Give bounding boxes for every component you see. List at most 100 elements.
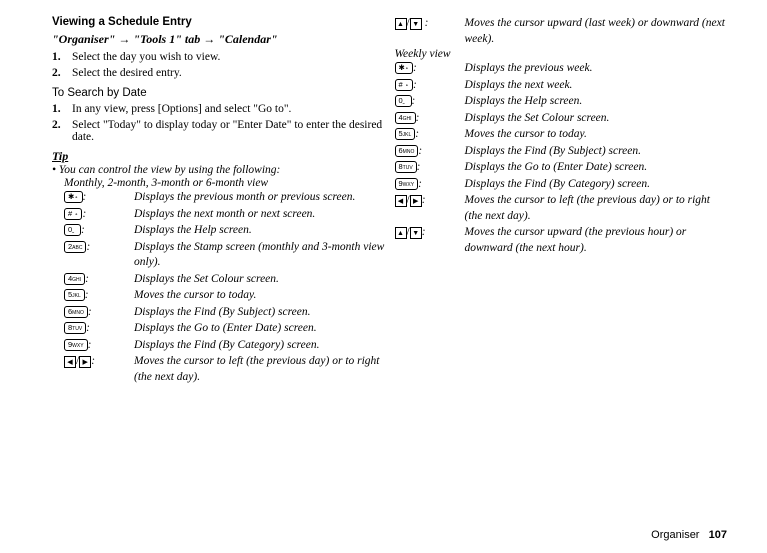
key-row: 9WXY:Displays the Find (By Category) scr… [52, 338, 385, 354]
footer-section: Organiser [651, 529, 699, 541]
six-key-icon: 6MNO [64, 306, 88, 318]
key-icon-cell: 8TUV: [395, 160, 465, 176]
key-row: # ⚬:Displays the next month or next scre… [52, 207, 385, 223]
key-desc: Moves the cursor upward (last week) or d… [465, 16, 728, 47]
key-icon-cell: ▲/▼ : [395, 16, 465, 47]
key-desc: Displays the previous month or previous … [134, 190, 385, 206]
step-text: Select the day you wish to view. [72, 51, 385, 63]
key-row: 5JKL:Moves the cursor to today. [52, 288, 385, 304]
star-key-icon: ✱⚬ [64, 191, 83, 203]
key-desc: Displays the Stamp screen (monthly and 3… [134, 240, 385, 271]
search-heading: To Search by Date [52, 87, 385, 99]
left-arrow-icon: ◀ [395, 195, 407, 207]
right-arrow-icon: ▶ [410, 195, 422, 207]
key-icon-cell: ◀/▶: [52, 354, 134, 385]
breadcrumb: "Organiser" → "Tools 1" tab → "Calendar" [52, 32, 385, 47]
key-desc: Moves the cursor to today. [134, 288, 385, 304]
key-row: 0⎵:Displays the Help screen. [52, 223, 385, 239]
key-desc: Displays the next week. [465, 78, 728, 94]
key-icon-cell: 9WXY: [52, 338, 134, 354]
key-desc: Moves the cursor to today. [465, 127, 728, 143]
nine-key-icon: 9WXY [395, 178, 419, 190]
key-icon-cell: 5JKL: [52, 288, 134, 304]
step-row: 1. In any view, press [Options] and sele… [52, 103, 385, 115]
key-desc: Displays the previous week. [465, 61, 728, 77]
key-icon-cell: ✱⚬: [52, 190, 134, 206]
key-desc: Displays the Find (By Subject) screen. [465, 144, 728, 160]
step-row: 1. Select the day you wish to view. [52, 51, 385, 63]
four-key-icon: 4GHI [64, 273, 85, 285]
key-row: 6MNO:Displays the Find (By Subject) scre… [52, 305, 385, 321]
right-arrow-icon: ▶ [79, 356, 91, 368]
key-desc: Displays the Find (By Subject) screen. [134, 305, 385, 321]
page-title: Viewing a Schedule Entry [52, 16, 385, 28]
key-desc: Displays the Help screen. [134, 223, 385, 239]
left-column: Viewing a Schedule Entry "Organiser" → "… [52, 16, 385, 386]
key-row: 0⎵:Displays the Help screen. [395, 94, 728, 110]
step-text: Select the desired entry. [72, 67, 385, 79]
nine-key-icon: 9WXY [64, 339, 88, 351]
step-number: 2. [52, 119, 72, 143]
step-row: 2. Select the desired entry. [52, 67, 385, 79]
key-icon-cell: 9WXY: [395, 177, 465, 193]
key-row: 8TUV:Displays the Go to (Enter Date) scr… [52, 321, 385, 337]
key-desc: Moves the cursor upward (the previous ho… [465, 225, 728, 256]
step-text: In any view, press [Options] and select … [72, 103, 385, 115]
footer-page: 107 [709, 529, 727, 541]
key-icon-cell: ✱⚬: [395, 61, 465, 77]
key-desc: Displays the Find (By Category) screen. [465, 177, 728, 193]
eight-key-icon: 8TUV [395, 161, 417, 173]
key-icon-cell: 6MNO: [395, 144, 465, 160]
key-icon-cell: 0⎵: [52, 223, 134, 239]
key-icon-cell: 2ABC: [52, 240, 134, 271]
step-number: 1. [52, 51, 72, 63]
zero-key-icon: 0⎵ [64, 224, 81, 236]
left-arrow-icon: ◀ [64, 356, 76, 368]
key-icon-cell: # ⚬: [52, 207, 134, 223]
key-row: 4GHI:Displays the Set Colour screen. [52, 272, 385, 288]
key-row: ✱⚬:Displays the previous month or previo… [52, 190, 385, 206]
key-desc: Displays the Set Colour screen. [134, 272, 385, 288]
key-row: 6MNO:Displays the Find (By Subject) scre… [395, 144, 728, 160]
down-arrow-icon: ▼ [410, 227, 422, 239]
key-row: ◀/▶:Moves the cursor to left (the previo… [52, 354, 385, 385]
six-key-icon: 6MNO [395, 145, 419, 157]
key-desc: Displays the Go to (Enter Date) screen. [134, 321, 385, 337]
key-desc: Moves the cursor to left (the previous d… [134, 354, 385, 385]
key-row: ◀/▶:Moves the cursor to left (the previo… [395, 193, 728, 224]
key-icon-cell: 4GHI: [395, 111, 465, 127]
step-number: 1. [52, 103, 72, 115]
star-key-icon: ✱⚬ [395, 62, 414, 74]
key-row: ✱⚬:Displays the previous week. [395, 61, 728, 77]
monthly-key-list: ✱⚬:Displays the previous month or previo… [52, 190, 385, 385]
step-number: 2. [52, 67, 72, 79]
key-row: 9WXY:Displays the Find (By Category) scr… [395, 177, 728, 193]
down-arrow-icon: ▼ [410, 18, 422, 30]
step-text: Select "Today" to display today or "Ente… [72, 119, 385, 143]
key-icon-cell: 0⎵: [395, 94, 465, 110]
key-desc: Displays the Help screen. [465, 94, 728, 110]
view-label-monthly: Monthly, 2-month, 3-month or 6-month vie… [64, 177, 385, 189]
zero-key-icon: 0⎵ [395, 95, 412, 107]
key-row: 5JKL:Moves the cursor to today. [395, 127, 728, 143]
key-icon-cell: 8TUV: [52, 321, 134, 337]
key-desc: Moves the cursor to left (the previous d… [465, 193, 728, 224]
five-key-icon: 5JKL [395, 128, 416, 140]
eight-key-icon: 8TUV [64, 322, 86, 334]
key-row: 4GHI:Displays the Set Colour screen. [395, 111, 728, 127]
key-row: # ⚬:Displays the next week. [395, 78, 728, 94]
key-desc: Displays the Set Colour screen. [465, 111, 728, 127]
view-label-weekly: Weekly view [395, 48, 728, 60]
key-row: 8TUV:Displays the Go to (Enter Date) scr… [395, 160, 728, 176]
up-arrow-icon: ▲ [395, 18, 407, 30]
key-desc: Displays the Find (By Category) screen. [134, 338, 385, 354]
page-footer: Organiser 107 [651, 529, 727, 541]
tip-label: Tip [52, 149, 385, 164]
key-icon-cell: 6MNO: [52, 305, 134, 321]
key-icon-cell: ◀/▶: [395, 193, 465, 224]
weekly-key-list: ✱⚬:Displays the previous week.# ⚬:Displa… [395, 61, 728, 256]
step-row: 2. Select "Today" to display today or "E… [52, 119, 385, 143]
right-column: ▲/▼ : Moves the cursor upward (last week… [395, 16, 728, 386]
key-icon-cell: # ⚬: [395, 78, 465, 94]
key-icon-cell: ▲/▼: [395, 225, 465, 256]
